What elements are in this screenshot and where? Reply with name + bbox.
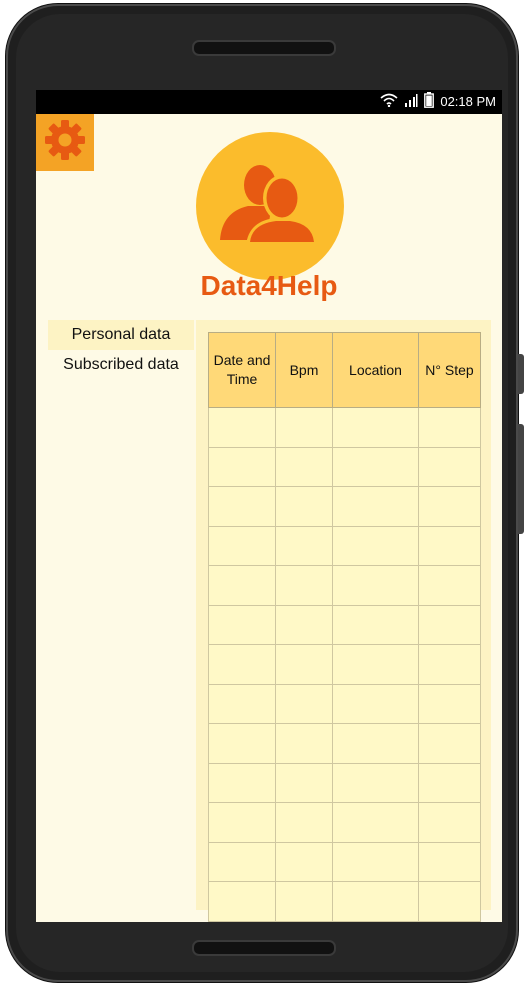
phone-frame: 02:18 PM Data4Help Personal data Subscri… <box>6 4 524 982</box>
wifi-icon <box>380 93 398 112</box>
table-cell <box>208 407 276 448</box>
status-time: 02:18 PM <box>440 94 496 109</box>
table-cell <box>332 841 419 882</box>
table-cell <box>275 565 333 606</box>
table-cell <box>332 446 419 487</box>
table-cell <box>275 683 333 724</box>
table-cell <box>208 723 276 764</box>
menu-item-subscribed-data[interactable]: Subscribed data <box>48 350 194 380</box>
bottom-speaker <box>192 940 336 956</box>
table-cell <box>418 762 481 803</box>
avatar <box>196 132 344 280</box>
table-row[interactable] <box>208 881 481 922</box>
table-cell <box>208 683 276 724</box>
menu-item-personal-data[interactable]: Personal data <box>48 320 194 350</box>
table-cell <box>332 604 419 645</box>
table-cell <box>208 446 276 487</box>
table-row[interactable] <box>208 841 481 882</box>
table-cell <box>208 762 276 803</box>
table-cell <box>418 644 481 685</box>
table-cell <box>275 841 333 882</box>
table-row[interactable] <box>208 604 481 645</box>
table-cell <box>275 525 333 566</box>
data-table: Date and Time Bpm Location N° Step <box>208 332 481 922</box>
table-row[interactable] <box>208 486 481 527</box>
table-cell <box>418 841 481 882</box>
table-row[interactable] <box>208 407 481 448</box>
table-cell <box>208 802 276 843</box>
table-header-row: Date and Time Bpm Location N° Step <box>208 332 481 408</box>
table-cell <box>275 446 333 487</box>
table-cell <box>208 604 276 645</box>
table-cell <box>275 486 333 527</box>
table-cell <box>275 604 333 645</box>
app-title: Data4Help <box>200 270 338 301</box>
table-cell <box>275 723 333 764</box>
table-cell <box>418 802 481 843</box>
column-header-location[interactable]: Location <box>332 332 419 408</box>
screen: 02:18 PM Data4Help Personal data Subscri… <box>36 90 502 922</box>
table-cell <box>275 644 333 685</box>
table-row[interactable] <box>208 683 481 724</box>
status-bar: 02:18 PM <box>36 90 502 114</box>
table-row[interactable] <box>208 525 481 566</box>
table-cell <box>332 486 419 527</box>
column-header-steps[interactable]: N° Step <box>418 332 481 408</box>
table-cell <box>332 525 419 566</box>
table-row[interactable] <box>208 723 481 764</box>
table-cell <box>208 644 276 685</box>
table-cell <box>332 723 419 764</box>
table-cell <box>332 644 419 685</box>
table-row[interactable] <box>208 802 481 843</box>
battery-icon <box>424 91 435 113</box>
table-cell <box>208 881 276 922</box>
table-cell <box>418 881 481 922</box>
table-cell <box>332 407 419 448</box>
table-cell <box>208 486 276 527</box>
table-cell <box>332 762 419 803</box>
table-cell <box>418 604 481 645</box>
table-cell <box>418 525 481 566</box>
table-cell <box>208 565 276 606</box>
gear-icon <box>42 117 88 168</box>
table-row[interactable] <box>208 762 481 803</box>
signal-icon <box>404 93 418 112</box>
table-row[interactable] <box>208 644 481 685</box>
column-header-bpm[interactable]: Bpm <box>275 332 333 408</box>
table-cell <box>332 802 419 843</box>
table-cell <box>418 407 481 448</box>
table-cell <box>418 486 481 527</box>
table-cell <box>418 683 481 724</box>
power-button <box>518 354 524 394</box>
top-speaker <box>192 40 336 56</box>
table-row[interactable] <box>208 446 481 487</box>
table-cell <box>332 881 419 922</box>
table-cell <box>332 565 419 606</box>
table-cell <box>208 525 276 566</box>
settings-button[interactable] <box>36 114 94 171</box>
table-cell <box>418 565 481 606</box>
table-cell <box>418 723 481 764</box>
table-cell <box>275 407 333 448</box>
table-row[interactable] <box>208 565 481 606</box>
table-cell <box>275 802 333 843</box>
table-cell <box>275 762 333 803</box>
table-cell <box>418 446 481 487</box>
volume-button <box>518 424 524 534</box>
table-cell <box>208 841 276 882</box>
table-cell <box>275 881 333 922</box>
table-cell <box>332 683 419 724</box>
column-header-date-time[interactable]: Date and Time <box>208 332 276 408</box>
